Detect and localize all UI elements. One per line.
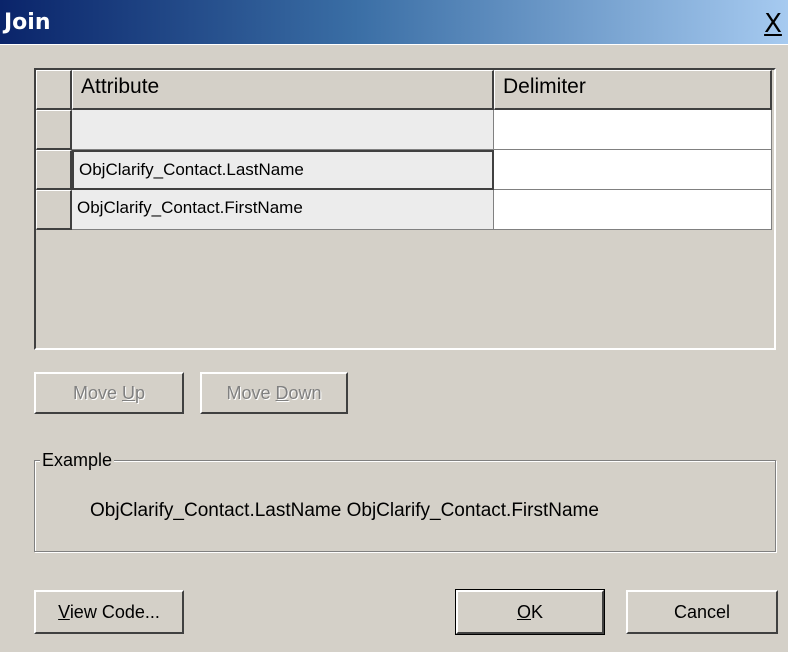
close-button[interactable]: X (760, 9, 786, 39)
delimiter-cell[interactable] (494, 150, 772, 190)
view-code-label: View Code... (58, 602, 160, 622)
delimiter-cell[interactable] (494, 110, 772, 150)
ok-label: OK (516, 602, 544, 622)
cancel-button[interactable]: Cancel (626, 590, 778, 634)
row-selector[interactable] (36, 150, 72, 190)
title-bar: Join X (0, 0, 788, 45)
attribute-cell[interactable]: ObjClarify_Contact.LastName (72, 150, 494, 190)
grid-corner-header[interactable] (36, 70, 72, 110)
row-selector[interactable] (36, 110, 72, 150)
join-grid[interactable]: Attribute Delimiter ObjClarify_Contact.L… (34, 68, 776, 350)
window-title: Join (4, 10, 51, 35)
move-up-label: Move Up (72, 383, 146, 403)
attribute-cell[interactable]: ObjClarify_Contact.FirstName (72, 190, 494, 230)
attribute-cell[interactable] (72, 110, 494, 150)
row-selector[interactable] (36, 190, 72, 230)
close-icon[interactable]: X (764, 9, 782, 39)
move-down-label: Move Down (226, 383, 322, 403)
column-header-delimiter[interactable]: Delimiter (494, 70, 772, 110)
ok-button[interactable]: OK (455, 589, 605, 635)
example-group-title: Example (40, 450, 115, 471)
example-text: ObjClarify_Contact.LastName ObjClarify_C… (90, 500, 599, 521)
move-up-button[interactable]: Move Up (34, 372, 184, 414)
cancel-label: Cancel (673, 602, 731, 622)
move-down-button[interactable]: Move Down (200, 372, 348, 414)
view-code-button[interactable]: View Code... (34, 590, 184, 634)
column-header-attribute[interactable]: Attribute (72, 70, 494, 110)
delimiter-cell[interactable] (494, 190, 772, 230)
